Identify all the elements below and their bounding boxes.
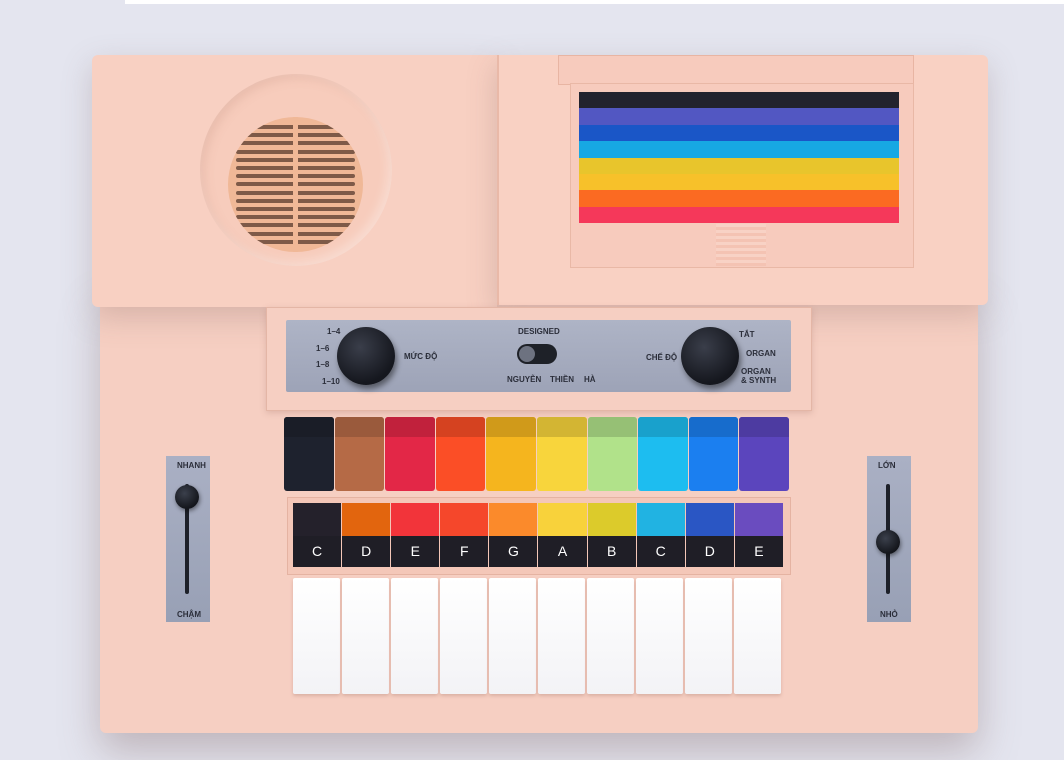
note-cell[interactable]: G [489, 503, 538, 567]
color-pad-top [284, 417, 334, 437]
level-label: MỨC ĐỘ [404, 352, 438, 361]
designed-label: DESIGNED [518, 327, 560, 336]
note-name: D [685, 536, 734, 567]
note-color [587, 503, 636, 536]
color-pad[interactable] [638, 417, 688, 491]
top-strip [125, 0, 1064, 4]
display-stripe [579, 206, 899, 223]
screen-lid [558, 55, 914, 85]
color-pad-top [638, 417, 688, 437]
note-cell[interactable]: C [293, 503, 342, 567]
color-pad-top [739, 417, 789, 437]
note-color [685, 503, 734, 536]
note-name: E [734, 536, 783, 567]
white-key[interactable] [391, 578, 438, 694]
note-color [734, 503, 783, 536]
volume-top-label: LỚN [878, 461, 896, 470]
mode-option-synth-line: & SYNTH [741, 376, 777, 385]
white-key[interactable] [440, 578, 487, 694]
white-key[interactable] [342, 578, 389, 694]
mode-option-organ: ORGAN [746, 349, 776, 358]
display-stripe [579, 190, 899, 208]
display-stripe [579, 92, 899, 109]
white-key[interactable] [734, 578, 781, 694]
level-knob[interactable] [337, 327, 395, 385]
level-option-1: 1–4 [327, 327, 341, 336]
note-name: E [391, 536, 440, 567]
note-name: F [440, 536, 489, 567]
color-pad-top [587, 417, 638, 437]
tempo-top-label: NHANH [177, 461, 206, 470]
note-name: C [636, 536, 685, 567]
color-pad-top [334, 417, 385, 437]
speaker-grill-icon [228, 117, 363, 252]
color-pad-top [385, 417, 435, 437]
note-color [489, 503, 538, 536]
note-strip: CDEFGABCDE [293, 503, 784, 567]
color-pad-top [536, 417, 587, 437]
mode-option-off: TẮT [739, 330, 755, 339]
white-key[interactable] [538, 578, 585, 694]
display-stripe [579, 173, 899, 191]
note-color [293, 503, 342, 536]
color-pad[interactable] [334, 417, 385, 491]
note-color [636, 503, 685, 536]
note-cell[interactable]: D [342, 503, 391, 567]
toggle-switch-knob [519, 346, 535, 362]
note-name: D [342, 536, 391, 567]
mode-knob[interactable] [681, 327, 739, 385]
speaker-grill-divider [293, 117, 298, 252]
mode-option-organ-synth: ORGAN [741, 367, 771, 376]
color-pad[interactable] [385, 417, 435, 491]
color-pad[interactable] [435, 417, 486, 491]
display-stripe [579, 108, 899, 126]
screen-tab[interactable] [716, 224, 766, 266]
credit-word-1: NGUYỄN [507, 375, 542, 384]
note-cell[interactable]: E [391, 503, 440, 567]
note-cell[interactable]: D [685, 503, 734, 567]
color-pad[interactable] [486, 417, 536, 491]
color-pad[interactable] [688, 417, 739, 491]
color-pad[interactable] [739, 417, 789, 491]
color-pad[interactable] [284, 417, 334, 491]
white-key[interactable] [587, 578, 634, 694]
credit-word-2: THIỀN [550, 375, 574, 384]
note-cell[interactable]: A [538, 503, 587, 567]
note-name: G [489, 536, 538, 567]
color-pad[interactable] [587, 417, 638, 491]
tempo-bottom-label: CHẬM [177, 610, 201, 619]
color-pad-row [284, 417, 790, 491]
volume-bottom-label: NHỎ [880, 610, 898, 619]
note-name: A [538, 536, 587, 567]
color-pad-top [688, 417, 739, 437]
note-color [440, 503, 489, 536]
color-pad-top [435, 417, 486, 437]
tempo-slider-knob[interactable] [175, 485, 199, 510]
note-cell[interactable]: E [734, 503, 783, 567]
level-option-4: 1–10 [322, 377, 340, 386]
credit-word-3: HÀ [584, 375, 596, 384]
white-key[interactable] [489, 578, 536, 694]
note-cell[interactable]: B [587, 503, 636, 567]
note-name: B [587, 536, 636, 567]
color-pad-top [486, 417, 536, 437]
note-color [538, 503, 587, 536]
color-pad[interactable] [536, 417, 587, 491]
mode-label: CHẾ ĐỘ [646, 353, 678, 362]
note-color [342, 503, 391, 536]
white-key[interactable] [293, 578, 340, 694]
white-key[interactable] [685, 578, 732, 694]
white-keys [293, 578, 783, 695]
note-color [391, 503, 440, 536]
level-option-3: 1–8 [316, 360, 330, 369]
display-stripe [579, 141, 899, 158]
note-cell[interactable]: C [636, 503, 685, 567]
level-option-2: 1–6 [316, 344, 330, 353]
rainbow-display [579, 92, 899, 223]
note-cell[interactable]: F [440, 503, 489, 567]
white-key[interactable] [636, 578, 683, 694]
note-name: C [293, 536, 342, 567]
display-stripe [579, 157, 899, 175]
display-stripe [579, 124, 899, 142]
